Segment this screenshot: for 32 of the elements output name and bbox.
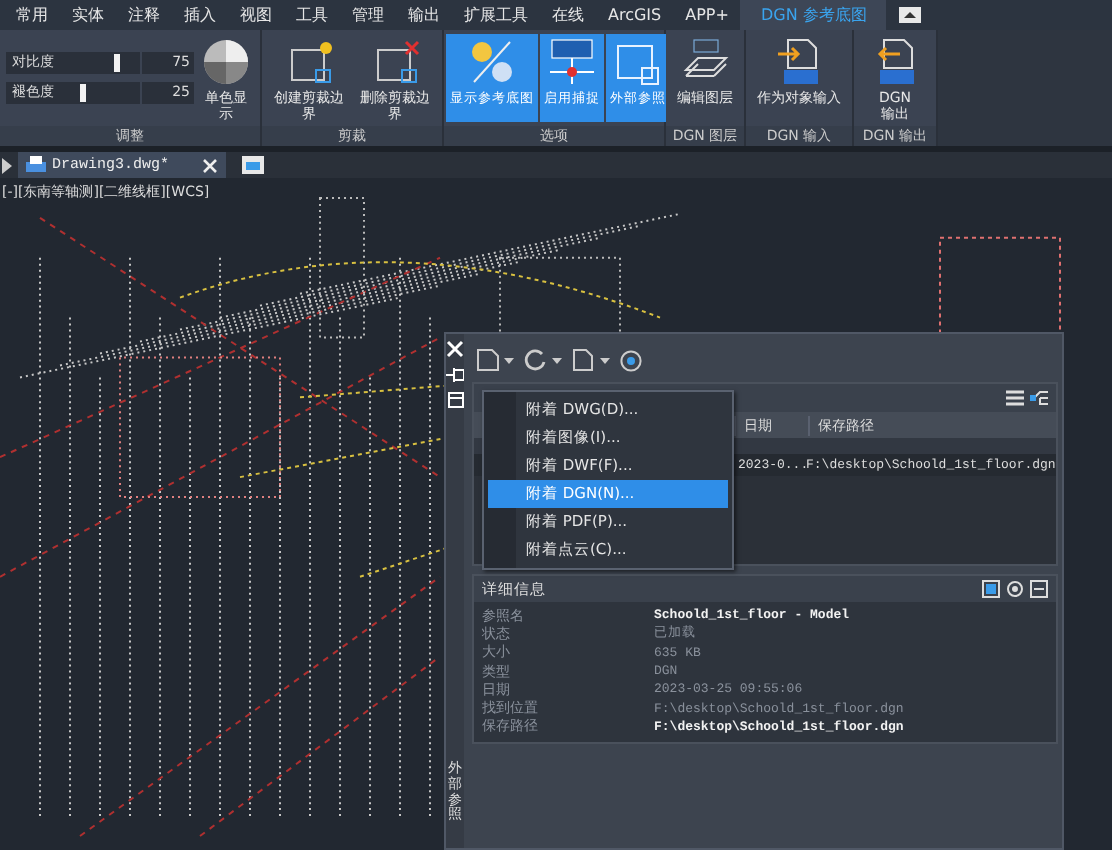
ribbon-tab[interactable]: APP+ <box>673 0 741 30</box>
ribbon-tab[interactable]: 工具 <box>284 0 340 30</box>
ribbon-tab[interactable]: ArcGIS <box>596 0 674 30</box>
preview-icon[interactable] <box>981 580 1000 598</box>
properties-icon[interactable] <box>447 392 463 408</box>
printer-icon <box>26 156 46 174</box>
list-view-icon[interactable] <box>1005 390 1024 406</box>
ribbon-tab[interactable]: 扩展工具 <box>452 0 540 30</box>
ribbon-tab[interactable]: 实体 <box>60 0 116 30</box>
snap-icon <box>546 38 598 86</box>
document-icon[interactable] <box>572 348 612 372</box>
slider-thumb[interactable] <box>113 54 119 72</box>
ribbon-tab[interactable]: 管理 <box>340 0 396 30</box>
ribbon-toggle-icon[interactable] <box>898 6 923 24</box>
refresh-icon[interactable] <box>524 348 564 372</box>
ribbon-tab[interactable]: 输出 <box>396 0 452 30</box>
collapse-icon[interactable] <box>1029 580 1048 598</box>
ribbon-tab[interactable]: 视图 <box>228 0 284 30</box>
ribbon-tab[interactable]: 常用 <box>4 0 60 30</box>
slider-thumb[interactable] <box>79 84 85 102</box>
ribbon-tab[interactable]: 在线 <box>540 0 596 30</box>
ribbon-tab[interactable]: 插入 <box>172 0 228 30</box>
ribbon-tab[interactable]: DGN 参考底图 <box>740 0 887 30</box>
sphere-icon <box>200 38 252 86</box>
help-icon[interactable] <box>620 349 642 371</box>
ribbon-tab[interactable]: 注释 <box>116 0 172 30</box>
pin-icon[interactable] <box>446 368 464 382</box>
tree-view-icon[interactable] <box>1029 390 1048 406</box>
target-icon[interactable] <box>1005 580 1024 598</box>
close-icon[interactable] <box>202 157 218 173</box>
attach-icon[interactable] <box>476 348 516 372</box>
caret-icon[interactable] <box>2 157 12 173</box>
